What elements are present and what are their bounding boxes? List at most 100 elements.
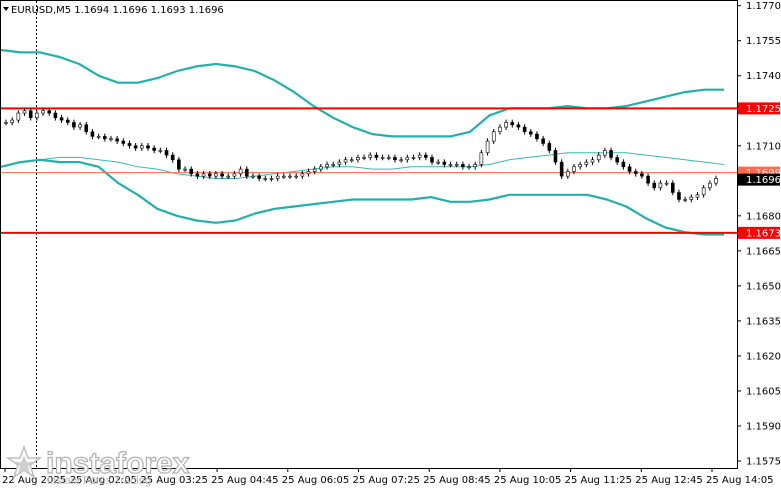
candle-body bbox=[22, 110, 27, 114]
y-tick-label: 1.1680 bbox=[746, 211, 781, 222]
candle-body bbox=[578, 164, 582, 168]
candle-body bbox=[535, 133, 539, 140]
candle-body bbox=[257, 175, 261, 179]
candle-body bbox=[386, 157, 391, 159]
candle-body bbox=[609, 150, 613, 158]
candle-body bbox=[393, 157, 397, 161]
candle-body bbox=[454, 164, 459, 166]
chevron-down-icon[interactable] bbox=[3, 7, 9, 11]
candle-body bbox=[442, 161, 447, 165]
candle-body bbox=[269, 178, 274, 180]
candle-body bbox=[368, 154, 373, 158]
candle-body bbox=[158, 150, 163, 152]
candle-body bbox=[658, 182, 663, 189]
candle-body bbox=[294, 175, 298, 178]
candle-body bbox=[349, 159, 354, 162]
candle-body bbox=[288, 175, 292, 178]
bollinger-bands bbox=[0, 48, 725, 236]
y-tick-label: 1.1665 bbox=[746, 246, 781, 257]
candle-body bbox=[16, 112, 21, 121]
candle-body bbox=[214, 173, 218, 177]
candle-body bbox=[695, 194, 700, 198]
candle-body bbox=[640, 173, 644, 177]
candle-body bbox=[485, 140, 490, 154]
candle-body bbox=[479, 152, 484, 165]
candle-body bbox=[41, 110, 45, 114]
candle-body bbox=[491, 131, 496, 142]
candle-body bbox=[115, 138, 119, 142]
candle-body bbox=[177, 159, 181, 170]
candle-body bbox=[566, 171, 570, 177]
x-tick-label: 25 Aug 04:45 bbox=[211, 475, 278, 486]
candle-body bbox=[528, 131, 533, 135]
candle-body bbox=[504, 122, 508, 128]
y-tick-label: 1.1590 bbox=[746, 421, 781, 432]
logo-tagline: Instant Forex Trading bbox=[47, 475, 151, 487]
candle-body bbox=[300, 173, 305, 177]
candle-body bbox=[312, 168, 317, 172]
candle-body bbox=[146, 145, 150, 149]
candle-body bbox=[319, 166, 323, 170]
candle-body bbox=[467, 166, 471, 169]
y-tick-label: 1.1710 bbox=[746, 141, 781, 152]
candle-body bbox=[677, 192, 681, 200]
candle-body bbox=[356, 157, 360, 161]
candle-body bbox=[590, 159, 595, 163]
candle-body bbox=[207, 173, 212, 177]
x-tick-label: 25 Aug 06:05 bbox=[282, 475, 349, 486]
candle-body bbox=[510, 122, 515, 126]
candle-body bbox=[461, 164, 465, 168]
candle-body bbox=[96, 136, 101, 138]
candle-body bbox=[140, 145, 144, 149]
candle-body bbox=[627, 166, 632, 172]
candle-body bbox=[244, 168, 249, 177]
candle-body bbox=[109, 138, 113, 141]
x-tick-label: 25 Aug 14:05 bbox=[706, 475, 773, 486]
candle-body bbox=[263, 178, 268, 180]
candle-body bbox=[189, 168, 194, 175]
candle-body bbox=[683, 199, 687, 201]
candle-body bbox=[232, 173, 237, 177]
candle-body bbox=[498, 126, 502, 133]
candle-body bbox=[331, 164, 336, 166]
candle-body bbox=[448, 164, 453, 166]
candle-body bbox=[553, 150, 558, 163]
y-tick-label: 1.1650 bbox=[746, 281, 781, 292]
candle-body bbox=[559, 161, 564, 177]
candle-body bbox=[170, 154, 175, 161]
candle-body bbox=[380, 157, 385, 159]
candle-body bbox=[220, 173, 224, 177]
candle-body bbox=[59, 117, 64, 121]
candle-body bbox=[152, 147, 156, 151]
candle-body bbox=[343, 159, 348, 163]
y-tick-label: 1.1605 bbox=[746, 386, 781, 397]
candle-body bbox=[275, 175, 280, 179]
x-tick-label: 25 Aug 10:05 bbox=[494, 475, 561, 486]
price-chart[interactable]: 1.17701.17551.17401.17251.17101.16951.16… bbox=[0, 0, 781, 489]
candle-body bbox=[35, 112, 39, 119]
current-price-label: 1.1696 bbox=[746, 175, 781, 186]
candle-body bbox=[238, 168, 243, 175]
candle-body bbox=[689, 196, 694, 200]
candle-body bbox=[65, 119, 70, 123]
level-label: 1.1673 bbox=[746, 228, 781, 239]
candle-body bbox=[306, 171, 311, 175]
candle-body bbox=[90, 131, 95, 137]
candle-body bbox=[621, 161, 626, 168]
candle-body bbox=[522, 126, 527, 133]
candle-body bbox=[374, 154, 379, 158]
y-tick-label: 1.1770 bbox=[746, 1, 781, 12]
x-tick-label: 25 Aug 11:25 bbox=[565, 475, 632, 486]
candle-body bbox=[516, 124, 521, 128]
candle-body bbox=[362, 157, 366, 159]
candle-body bbox=[572, 166, 576, 172]
candle-body bbox=[251, 175, 255, 178]
candle-body bbox=[664, 182, 669, 185]
candle-body bbox=[603, 150, 607, 156]
candle-body bbox=[399, 159, 403, 162]
candle-body bbox=[596, 154, 601, 161]
y-tick-label: 1.1620 bbox=[746, 351, 781, 362]
candle-body bbox=[53, 112, 58, 119]
candle-body bbox=[47, 110, 52, 114]
candle-body bbox=[652, 182, 657, 189]
